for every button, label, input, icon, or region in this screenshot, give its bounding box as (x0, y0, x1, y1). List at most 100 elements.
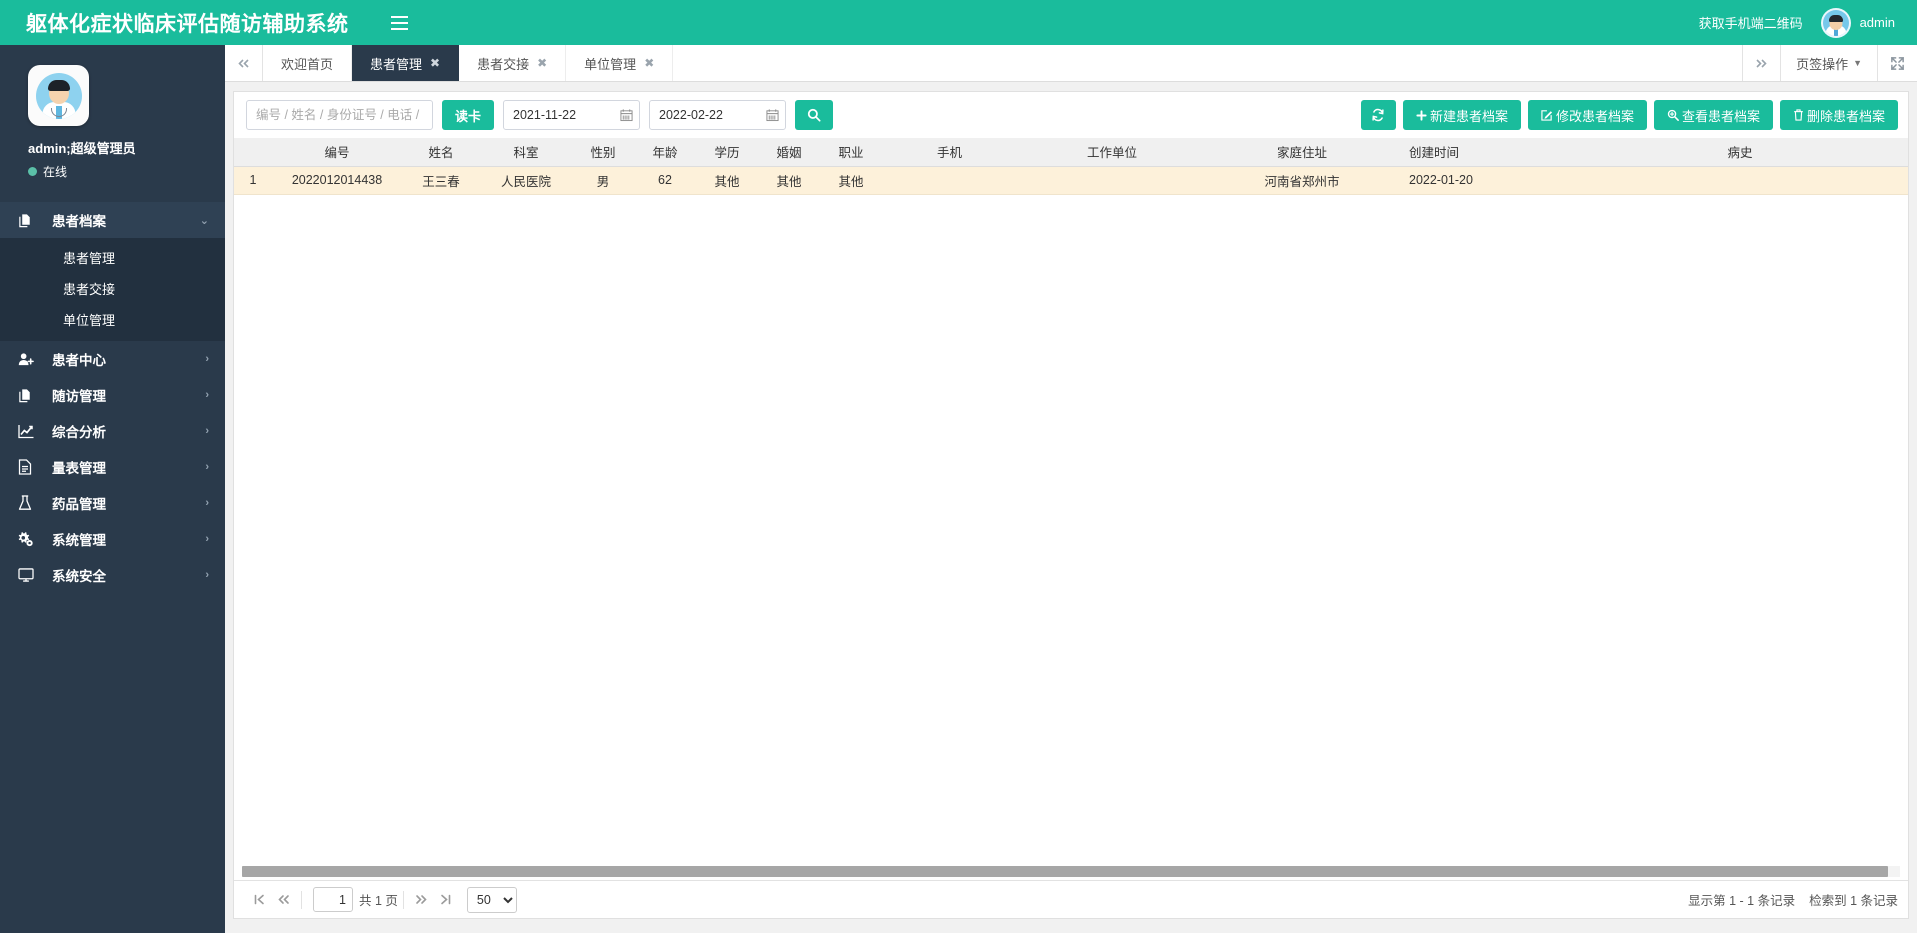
document-icon (18, 459, 40, 475)
tabs-scroll-right-button[interactable] (1742, 45, 1780, 81)
read-card-button[interactable]: 读卡 (442, 100, 495, 130)
column-header-3[interactable]: 科室 (480, 138, 572, 167)
search-input[interactable] (246, 100, 433, 130)
pagination-summary: 显示第 1 - 1 条记录 检索到 1 条记录 (1688, 890, 1898, 909)
prev-page-button[interactable] (271, 887, 296, 913)
sidebar-item-2[interactable]: 随访管理 › (0, 377, 225, 413)
chevron-right-icon: › (205, 425, 209, 437)
pager-divider (402, 890, 404, 909)
tab-1[interactable]: 患者管理 ✖ (352, 45, 460, 81)
column-header-0[interactable] (234, 138, 272, 167)
action-button-label: 删除患者档案 (1806, 108, 1885, 124)
end-date-input[interactable] (649, 100, 787, 130)
column-header-5[interactable]: 年龄 (634, 138, 696, 167)
end-date-field[interactable] (649, 100, 787, 130)
edit-icon (1541, 109, 1553, 121)
tab-strip: 欢迎首页 患者管理 ✖ 患者交接 ✖ 单位管理 ✖ 页签操作 ▼ (225, 45, 1917, 82)
start-date-input[interactable] (503, 100, 641, 130)
refresh-icon (1371, 108, 1385, 122)
first-page-button[interactable] (246, 887, 271, 913)
refresh-button[interactable] (1360, 100, 1396, 130)
last-page-button[interactable] (434, 887, 459, 913)
sidebar-item-7[interactable]: 系统安全 › (0, 557, 225, 593)
action-button-label: 修改患者档案 (1555, 108, 1634, 124)
profile-name: admin;超级管理员 (28, 141, 136, 156)
sidebar-item-5[interactable]: 药品管理 › (0, 485, 225, 521)
column-header-12[interactable]: 创建时间 (1397, 138, 1572, 167)
start-date-field[interactable] (503, 100, 641, 130)
sidebar-submenu-0: 患者管理 患者交接 单位管理 (0, 238, 225, 341)
profile-avatar-icon (28, 65, 89, 126)
plus-icon (1416, 109, 1427, 121)
sidebar-subitem-0-2[interactable]: 单位管理 (0, 304, 225, 335)
column-header-11[interactable]: 家庭住址 (1207, 138, 1397, 167)
close-icon[interactable]: ✖ (537, 56, 547, 70)
patient-table: 编号 姓名 科室 性别 年龄 学历 婚姻 职业 手机 工作单位 家庭住址 创建时间 病史 1 202201… (234, 138, 1908, 195)
column-header-10[interactable]: 工作单位 (1017, 138, 1207, 167)
action-button-3[interactable]: 删除患者档案 (1779, 100, 1898, 130)
pager-divider (301, 890, 302, 909)
sidebar-item-4[interactable]: 量表管理 › (0, 449, 225, 485)
tabs-scroll-left-button[interactable] (225, 45, 263, 81)
tab-strip-right: 页签操作 ▼ (1742, 45, 1917, 81)
top-header: 躯体化症状临床评估随访辅助系统 获取手机端二维码 admin (0, 0, 1917, 45)
sidebar-item-label: 量表管理 (52, 461, 106, 476)
column-header-9[interactable]: 手机 (882, 138, 1017, 167)
fullscreen-icon[interactable] (1877, 45, 1917, 81)
app-title: 躯体化症状临床评估随访辅助系统 (26, 12, 349, 36)
column-header-8[interactable]: 职业 (820, 138, 882, 167)
tab-operations-dropdown[interactable]: 页签操作 ▼ (1780, 45, 1877, 81)
qrcode-link[interactable]: 获取手机端二维码 (1699, 13, 1803, 32)
sidebar-item-label: 患者档案 (52, 214, 106, 229)
sidebar-subitem-0-1[interactable]: 患者交接 (0, 273, 225, 304)
column-header-6[interactable]: 学历 (696, 138, 758, 167)
chevron-right-icon: › (205, 461, 209, 473)
column-header-2[interactable]: 姓名 (402, 138, 480, 167)
user-menu[interactable]: admin (1820, 7, 1895, 38)
horizontal-scrollbar[interactable] (234, 864, 1908, 880)
tab-3[interactable]: 单位管理 ✖ (566, 45, 674, 81)
tab-0[interactable]: 欢迎首页 (263, 45, 353, 81)
table-cell (882, 165, 1017, 195)
table-cell: 62 (634, 165, 696, 195)
monitor-icon (18, 568, 40, 582)
chevron-right-icon: › (205, 389, 209, 401)
page-size-select[interactable]: 102550100 (466, 886, 517, 913)
sidebar-item-6[interactable]: 系统管理 › (0, 521, 225, 557)
sidebar-menu: 患者档案 ⌄ 患者管理 患者交接 单位管理 患者中心 › 随访管理 › 综合分析 › 量表管理 › 药品管… (0, 202, 225, 593)
action-button-2[interactable]: 查看患者档案 (1653, 100, 1773, 130)
hamburger-icon[interactable] (387, 10, 413, 36)
scrollbar-thumb[interactable] (242, 866, 1889, 877)
sidebar-item-3[interactable]: 综合分析 › (0, 413, 225, 449)
column-header-13[interactable]: 病史 (1572, 138, 1908, 167)
header-right-actions: 获取手机端二维码 admin (1699, 7, 1917, 38)
column-header-1[interactable]: 编号 (272, 138, 402, 167)
column-header-7[interactable]: 婚姻 (758, 138, 820, 167)
table-row[interactable]: 1 2022012014438 王三春 人民医院男 62 其他 其他 其他 河南省郑州市 2022… (234, 165, 1908, 195)
action-button-0[interactable]: 新建患者档案 (1402, 100, 1521, 130)
close-icon[interactable]: ✖ (644, 56, 654, 70)
column-header-4[interactable]: 性别 (572, 138, 634, 167)
sidebar: admin;超级管理员 在线 患者档案 ⌄ 患者管理 患者交接 单位管理 患者中心 › 随访管… (0, 45, 225, 933)
scrollbar-track[interactable] (242, 866, 1900, 877)
total-pages-label: 共 1 页 (359, 894, 398, 908)
tabs-container: 欢迎首页 患者管理 ✖ 患者交接 ✖ 单位管理 ✖ (263, 45, 674, 81)
sidebar-item-1[interactable]: 患者中心 › (0, 341, 225, 377)
tab-label: 单位管理 (584, 56, 637, 72)
chevron-right-icon: › (205, 533, 209, 545)
sidebar-subitem-0-0[interactable]: 患者管理 (0, 242, 225, 273)
next-page-button[interactable] (409, 887, 434, 913)
table-cell: 王三春 (402, 165, 480, 195)
sidebar-item-0[interactable]: 患者档案 ⌄ (0, 202, 225, 238)
tab-operations-label: 页签操作 (1796, 56, 1849, 72)
search-button[interactable] (795, 100, 834, 130)
page-number-input[interactable] (313, 887, 353, 912)
table-cell: 其他 (696, 165, 758, 195)
avatar (1820, 7, 1851, 38)
chevron-right-icon: › (205, 569, 209, 581)
tab-label: 患者交接 (477, 56, 530, 72)
action-button-1[interactable]: 修改患者档案 (1527, 100, 1647, 130)
crud-buttons: 新建患者档案 修改患者档案 查看患者档案 删除患者档案 (1402, 100, 1898, 130)
close-icon[interactable]: ✖ (430, 56, 440, 70)
tab-2[interactable]: 患者交接 ✖ (459, 45, 567, 81)
